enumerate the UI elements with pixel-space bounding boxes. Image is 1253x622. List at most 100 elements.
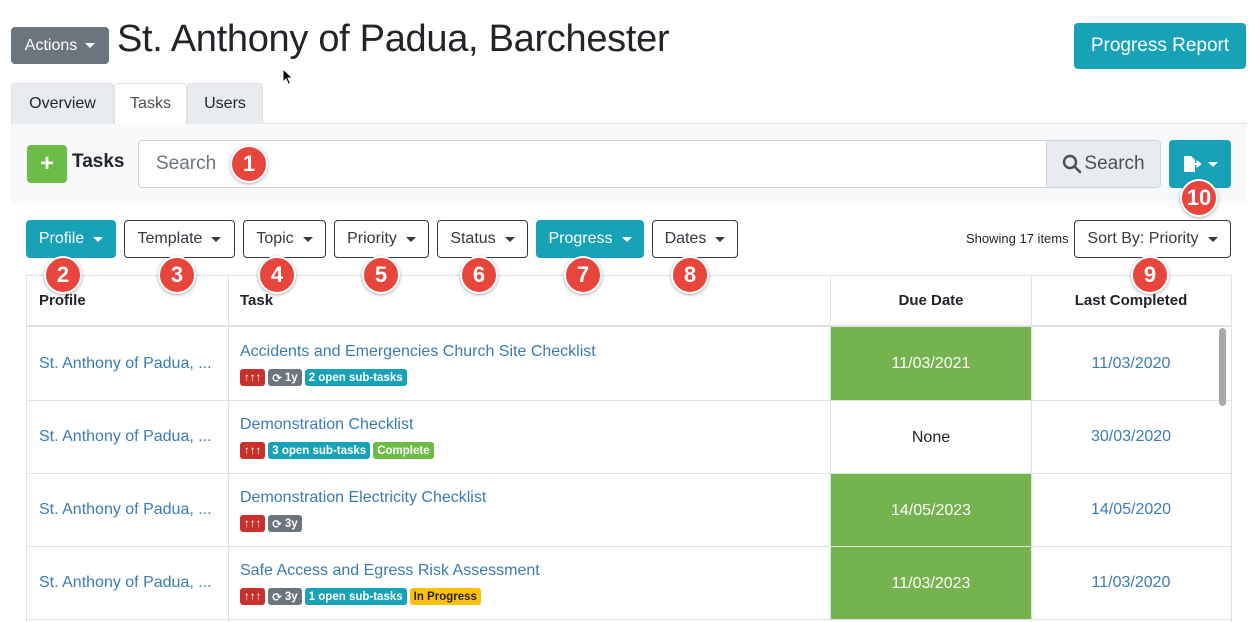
last-completed-link[interactable]: 14/05/2020 — [1031, 501, 1231, 519]
due-date-cell: 14/05/2023 — [831, 474, 1031, 547]
filter-label: Status — [450, 230, 496, 247]
progress-report-button[interactable]: Progress Report — [1074, 23, 1246, 69]
subtasks-badge: 2 open sub-tasks — [304, 369, 407, 386]
row-divider — [27, 619, 1231, 620]
caret-down-icon — [715, 236, 726, 242]
progress-filter-button[interactable]: Progress — [536, 220, 644, 258]
recurrence-text: 1y — [284, 371, 298, 384]
add-task-button[interactable]: + — [27, 145, 67, 183]
task-link[interactable]: Demonstration Checklist — [240, 416, 413, 434]
status-badge: In Progress — [409, 588, 481, 605]
callout-marker: 5 — [362, 256, 400, 294]
sort-label: Sort By: Priority — [1087, 230, 1199, 247]
profile-link[interactable]: St. Anthony of Padua, ... — [39, 355, 212, 373]
filter-label: Template — [137, 230, 203, 247]
search-button-label: Search — [1084, 153, 1145, 174]
tasks-table: Profile Task Due Date Last Completed 11/… — [26, 275, 1232, 622]
caret-down-icon — [93, 236, 104, 242]
column-header-task[interactable]: Task — [240, 292, 273, 309]
caret-down-icon — [1207, 236, 1218, 242]
subtasks-badge: 1 open sub-tasks — [304, 588, 407, 605]
recurrence-badge: ⟳ 3y — [268, 515, 302, 532]
status-filter-button[interactable]: Status — [437, 220, 528, 258]
task-badges: ↑↑↑ 3 open sub-tasks Complete — [240, 442, 434, 459]
column-header-due-date[interactable]: Due Date — [831, 292, 1031, 309]
task-badges: ↑↑↑ ⟳ 3y — [240, 515, 302, 532]
filter-label: Profile — [38, 230, 85, 247]
recurrence-badge: ⟳ 1y — [268, 369, 302, 386]
sync-icon: ⟳ — [272, 372, 282, 385]
row-divider — [27, 400, 1231, 401]
priority-badge: ↑↑↑ — [240, 442, 266, 459]
topic-filter-button[interactable]: Topic — [243, 220, 326, 258]
last-completed-link[interactable]: 11/03/2020 — [1031, 355, 1231, 373]
row-divider — [27, 546, 1231, 547]
profile-filter-button[interactable]: Profile — [26, 220, 116, 258]
profile-link[interactable]: St. Anthony of Padua, ... — [39, 501, 212, 519]
caret-down-icon — [85, 43, 96, 48]
plus-icon: + — [39, 150, 54, 177]
dates-filter-button[interactable]: Dates — [652, 220, 738, 258]
caret-down-icon — [211, 236, 222, 242]
vertical-scrollbar[interactable] — [1219, 328, 1226, 406]
callout-marker: 8 — [671, 256, 709, 294]
recurrence-badge: ⟳ 3y — [268, 588, 302, 605]
callout-marker: 6 — [460, 256, 498, 294]
callout-marker: 9 — [1131, 256, 1169, 294]
page-title: St. Anthony of Padua, Barchester — [117, 18, 670, 60]
recurrence-text: 3y — [284, 590, 298, 603]
sync-icon: ⟳ — [272, 591, 282, 604]
tasks-heading: Tasks — [72, 151, 125, 172]
search-icon — [1063, 154, 1082, 174]
sync-icon: ⟳ — [272, 518, 282, 531]
caret-down-icon — [1208, 161, 1218, 167]
filter-label: Topic — [256, 230, 294, 247]
tab-users[interactable]: Users — [187, 83, 263, 124]
caret-down-icon — [405, 236, 416, 242]
template-filter-button[interactable]: Template — [124, 220, 235, 258]
file-export-icon — [1184, 156, 1202, 172]
status-badge: Complete — [373, 442, 434, 459]
search-input[interactable]: Search — [138, 140, 1048, 188]
recurrence-text: 3y — [284, 517, 298, 530]
callout-marker: 2 — [44, 256, 82, 294]
search-button[interactable]: Search — [1046, 140, 1161, 188]
priority-badge: ↑↑↑ — [240, 515, 266, 532]
column-header-profile[interactable]: Profile — [39, 292, 86, 309]
item-count-text: Showing 17 items — [966, 231, 1069, 246]
priority-badge: ↑↑↑ — [240, 588, 266, 605]
caret-down-icon — [504, 236, 515, 242]
callout-marker: 7 — [564, 256, 602, 294]
task-link[interactable]: Safe Access and Egress Risk Assessment — [240, 562, 540, 580]
priority-filter-button[interactable]: Priority — [334, 220, 429, 258]
due-date-cell: None — [831, 401, 1031, 474]
caret-down-icon — [621, 236, 632, 242]
profile-link[interactable]: St. Anthony of Padua, ... — [39, 428, 212, 446]
profile-link[interactable]: St. Anthony of Padua, ... — [39, 574, 212, 592]
subtasks-badge: 3 open sub-tasks — [268, 442, 371, 459]
filter-label: Priority — [347, 230, 397, 247]
priority-badge: ↑↑↑ — [240, 369, 266, 386]
actions-dropdown-button[interactable]: Actions — [11, 27, 109, 64]
callout-marker: 3 — [158, 256, 196, 294]
sort-dropdown-button[interactable]: Sort By: Priority — [1074, 220, 1231, 258]
table-header-divider — [27, 325, 1231, 327]
mouse-cursor-icon — [282, 68, 294, 86]
column-header-last-completed[interactable]: Last Completed — [1031, 292, 1231, 309]
tab-overview[interactable]: Overview — [11, 83, 114, 124]
callout-marker: 4 — [258, 256, 296, 294]
column-divider — [228, 276, 229, 622]
due-date-cell: 11/03/2021 — [831, 327, 1031, 400]
tab-tasks[interactable]: Tasks — [114, 83, 187, 124]
callout-marker: 10 — [1180, 179, 1218, 217]
task-link[interactable]: Demonstration Electricity Checklist — [240, 489, 486, 507]
filter-label: Dates — [664, 230, 707, 247]
last-completed-link[interactable]: 11/03/2020 — [1031, 574, 1231, 592]
row-divider — [27, 473, 1231, 474]
actions-label: Actions — [24, 36, 78, 54]
due-date-cell: 11/03/2023 — [831, 547, 1031, 620]
task-link[interactable]: Accidents and Emergencies Church Site Ch… — [240, 343, 596, 361]
task-badges: ↑↑↑ ⟳ 3y 1 open sub-tasks In Progress — [240, 588, 481, 605]
filter-label: Progress — [548, 230, 613, 247]
last-completed-link[interactable]: 30/03/2020 — [1031, 428, 1231, 446]
